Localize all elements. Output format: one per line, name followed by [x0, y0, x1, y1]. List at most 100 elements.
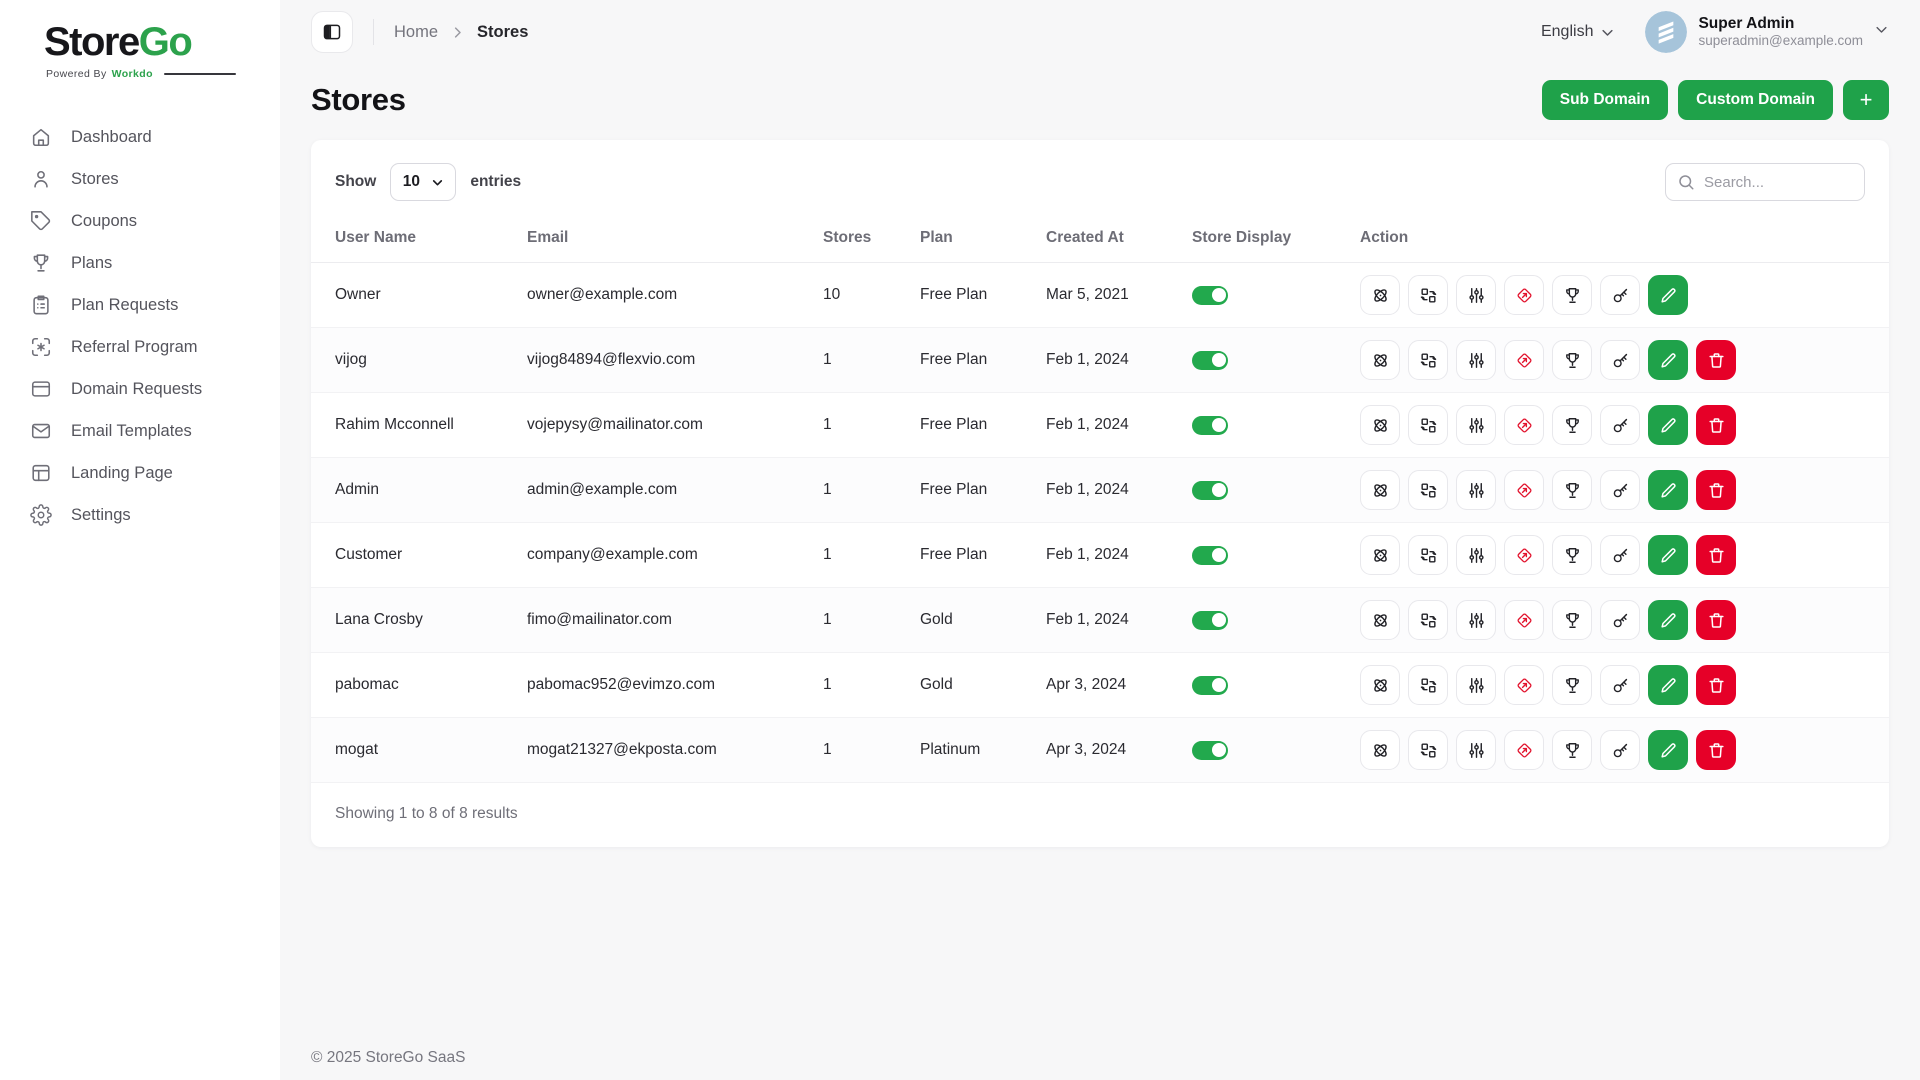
table-row: pabomac pabomac952@evimzo.com 1 Gold Apr… — [311, 653, 1889, 718]
action-sliders-button[interactable] — [1456, 600, 1496, 640]
sidebar-item-stores[interactable]: Stores — [0, 158, 280, 200]
action-trophy-button[interactable] — [1552, 600, 1592, 640]
breadcrumb-home-link[interactable]: Home — [394, 23, 438, 42]
edit-button[interactable] — [1648, 600, 1688, 640]
store-display-toggle[interactable] — [1192, 481, 1228, 500]
edit-button[interactable] — [1648, 405, 1688, 445]
store-display-toggle[interactable] — [1192, 286, 1228, 305]
action-swap-button[interactable] — [1408, 340, 1448, 380]
sidebar-item-email-templates[interactable]: Email Templates — [0, 410, 280, 452]
delete-button[interactable] — [1696, 730, 1736, 770]
store-display-toggle[interactable] — [1192, 351, 1228, 370]
action-trophy-button[interactable] — [1552, 535, 1592, 575]
action-sliders-button[interactable] — [1456, 275, 1496, 315]
action-atom-button[interactable] — [1360, 600, 1400, 640]
cell-email: vijog84894@flexvio.com — [519, 328, 815, 393]
toggle-knob — [1212, 353, 1226, 367]
delete-button[interactable] — [1696, 470, 1736, 510]
action-upgrade-plan-button[interactable] — [1504, 340, 1544, 380]
search-input[interactable] — [1665, 163, 1865, 201]
action-sliders-button[interactable] — [1456, 535, 1496, 575]
action-key-button[interactable] — [1600, 275, 1640, 315]
action-sliders-button[interactable] — [1456, 730, 1496, 770]
store-display-toggle[interactable] — [1192, 611, 1228, 630]
sidebar-item-landing-page[interactable]: Landing Page — [0, 452, 280, 494]
edit-button[interactable] — [1648, 275, 1688, 315]
action-trophy-button[interactable] — [1552, 665, 1592, 705]
action-upgrade-plan-button[interactable] — [1504, 470, 1544, 510]
action-atom-button[interactable] — [1360, 665, 1400, 705]
action-sliders-button[interactable] — [1456, 405, 1496, 445]
action-key-button[interactable] — [1600, 405, 1640, 445]
action-key-button[interactable] — [1600, 340, 1640, 380]
sidebar-item-coupons[interactable]: Coupons — [0, 200, 280, 242]
custom-domain-button[interactable]: Custom Domain — [1678, 80, 1833, 120]
edit-button[interactable] — [1648, 730, 1688, 770]
action-swap-button[interactable] — [1408, 470, 1448, 510]
language-selector[interactable]: English — [1541, 23, 1615, 41]
action-key-button[interactable] — [1600, 730, 1640, 770]
action-trophy-button[interactable] — [1552, 730, 1592, 770]
brand-logo[interactable]: StoreGo Powered By Workdo — [0, 0, 280, 90]
sidebar-item-settings[interactable]: Settings — [0, 494, 280, 536]
store-display-toggle[interactable] — [1192, 741, 1228, 760]
sidebar-item-plan-requests[interactable]: Plan Requests — [0, 284, 280, 326]
action-trophy-button[interactable] — [1552, 405, 1592, 445]
delete-button[interactable] — [1696, 405, 1736, 445]
sidebar-item-plans[interactable]: Plans — [0, 242, 280, 284]
action-swap-button[interactable] — [1408, 730, 1448, 770]
action-atom-button[interactable] — [1360, 340, 1400, 380]
action-swap-button[interactable] — [1408, 405, 1448, 445]
action-upgrade-plan-button[interactable] — [1504, 405, 1544, 445]
action-atom-button[interactable] — [1360, 275, 1400, 315]
cell-user-name: Customer — [311, 523, 519, 588]
action-swap-button[interactable] — [1408, 275, 1448, 315]
action-upgrade-plan-button[interactable] — [1504, 535, 1544, 575]
action-sliders-button[interactable] — [1456, 665, 1496, 705]
sidebar-collapse-button[interactable] — [311, 11, 353, 53]
store-display-toggle[interactable] — [1192, 416, 1228, 435]
action-key-button[interactable] — [1600, 535, 1640, 575]
cell-actions — [1352, 653, 1889, 718]
action-upgrade-plan-button[interactable] — [1504, 665, 1544, 705]
cell-stores: 1 — [815, 393, 912, 458]
cell-email: vojepysy@mailinator.com — [519, 393, 815, 458]
edit-button[interactable] — [1648, 470, 1688, 510]
user-menu[interactable]: Super Admin superadmin@example.com — [1645, 11, 1889, 53]
store-display-toggle[interactable] — [1192, 676, 1228, 695]
action-atom-button[interactable] — [1360, 535, 1400, 575]
action-key-button[interactable] — [1600, 600, 1640, 640]
action-trophy-button[interactable] — [1552, 470, 1592, 510]
delete-button[interactable] — [1696, 535, 1736, 575]
delete-button[interactable] — [1696, 600, 1736, 640]
action-atom-button[interactable] — [1360, 405, 1400, 445]
edit-button[interactable] — [1648, 665, 1688, 705]
sidebar-item-referral-program[interactable]: Referral Program — [0, 326, 280, 368]
sidebar-item-domain-requests[interactable]: Domain Requests — [0, 368, 280, 410]
action-atom-button[interactable] — [1360, 470, 1400, 510]
chevron-right-icon — [450, 25, 465, 40]
action-swap-button[interactable] — [1408, 535, 1448, 575]
action-sliders-button[interactable] — [1456, 340, 1496, 380]
add-store-button[interactable]: + — [1843, 80, 1889, 120]
action-upgrade-plan-button[interactable] — [1504, 730, 1544, 770]
store-display-toggle[interactable] — [1192, 546, 1228, 565]
action-swap-button[interactable] — [1408, 665, 1448, 705]
delete-button[interactable] — [1696, 665, 1736, 705]
action-upgrade-plan-button[interactable] — [1504, 275, 1544, 315]
sub-domain-button[interactable]: Sub Domain — [1542, 80, 1668, 120]
edit-button[interactable] — [1648, 340, 1688, 380]
sidebar-item-dashboard[interactable]: Dashboard — [0, 116, 280, 158]
action-key-button[interactable] — [1600, 470, 1640, 510]
action-swap-button[interactable] — [1408, 600, 1448, 640]
action-key-button[interactable] — [1600, 665, 1640, 705]
action-upgrade-plan-button[interactable] — [1504, 600, 1544, 640]
edit-button[interactable] — [1648, 535, 1688, 575]
page-size-select[interactable]: 10 — [390, 163, 456, 201]
action-sliders-button[interactable] — [1456, 470, 1496, 510]
action-atom-button[interactable] — [1360, 730, 1400, 770]
delete-button[interactable] — [1696, 340, 1736, 380]
action-trophy-button[interactable] — [1552, 340, 1592, 380]
action-trophy-button[interactable] — [1552, 275, 1592, 315]
cell-user-name: mogat — [311, 718, 519, 783]
